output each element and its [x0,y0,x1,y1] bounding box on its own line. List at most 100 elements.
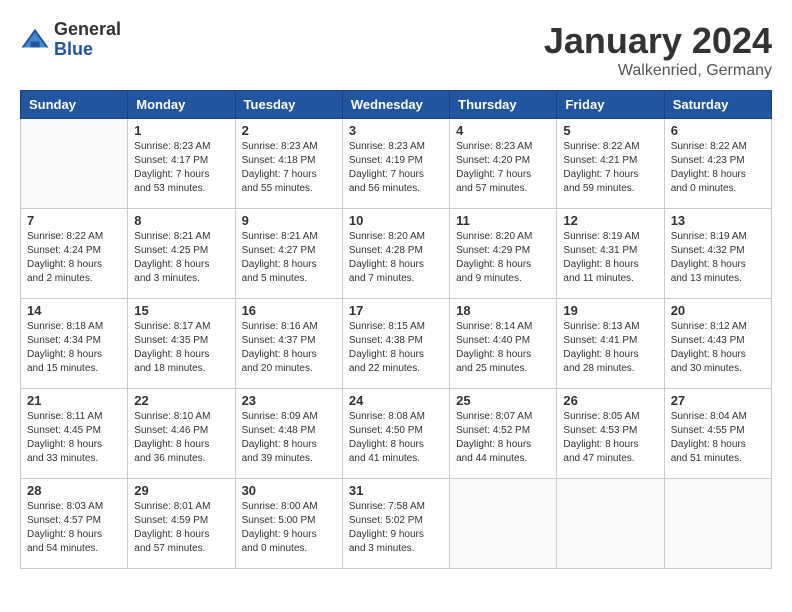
day-info: Sunrise: 8:08 AMSunset: 4:50 PMDaylight:… [349,410,443,466]
day-info: Sunrise: 8:00 AMSunset: 5:00 PMDaylight:… [242,500,336,556]
calendar-cell: 4 Sunrise: 8:23 AMSunset: 4:20 PMDaylight… [450,119,557,209]
day-number: 22 [134,393,228,408]
day-info: Sunrise: 8:23 AMSunset: 4:20 PMDaylight:… [456,140,550,196]
weekday-header: Wednesday [342,91,449,119]
calendar-cell: 12 Sunrise: 8:19 AMSunset: 4:31 PMDayligh… [557,209,664,299]
day-info: Sunrise: 8:11 AMSunset: 4:45 PMDaylight:… [27,410,121,466]
title-block: January 2024 Walkenried, Germany [544,20,772,80]
weekday-header: Friday [557,91,664,119]
day-info: Sunrise: 8:19 AMSunset: 4:31 PMDaylight:… [563,230,657,286]
weekday-header: Thursday [450,91,557,119]
day-number: 1 [134,123,228,138]
day-number: 5 [563,123,657,138]
calendar-cell: 5 Sunrise: 8:22 AMSunset: 4:21 PMDaylight… [557,119,664,209]
day-info: Sunrise: 8:20 AMSunset: 4:29 PMDaylight:… [456,230,550,286]
month-title: January 2024 [544,20,772,62]
calendar-cell: 3 Sunrise: 8:23 AMSunset: 4:19 PMDaylight… [342,119,449,209]
day-number: 24 [349,393,443,408]
logo: General Blue [20,20,121,60]
day-number: 13 [671,213,765,228]
day-info: Sunrise: 8:10 AMSunset: 4:46 PMDaylight:… [134,410,228,466]
day-info: Sunrise: 8:23 AMSunset: 4:18 PMDaylight:… [242,140,336,196]
day-number: 3 [349,123,443,138]
day-number: 29 [134,483,228,498]
day-number: 20 [671,303,765,318]
calendar-cell: 29 Sunrise: 8:01 AMSunset: 4:59 PMDayligh… [128,479,235,569]
calendar-cell: 23 Sunrise: 8:09 AMSunset: 4:48 PMDayligh… [235,389,342,479]
calendar-cell: 28 Sunrise: 8:03 AMSunset: 4:57 PMDayligh… [21,479,128,569]
day-number: 23 [242,393,336,408]
day-info: Sunrise: 8:21 AMSunset: 4:27 PMDaylight:… [242,230,336,286]
calendar-cell: 15Sunrise: 8:17 AMSunset: 4:35 PMDayligh… [128,299,235,389]
logo-icon [20,25,50,55]
day-number: 21 [27,393,121,408]
day-info: Sunrise: 8:22 AMSunset: 4:24 PMDaylight:… [27,230,121,286]
day-number: 9 [242,213,336,228]
day-info: Sunrise: 8:01 AMSunset: 4:59 PMDaylight:… [134,500,228,556]
calendar-cell: 30Sunrise: 8:00 AMSunset: 5:00 PMDayligh… [235,479,342,569]
weekday-header: Saturday [664,91,771,119]
day-info: Sunrise: 8:20 AMSunset: 4:28 PMDaylight:… [349,230,443,286]
location: Walkenried, Germany [544,62,772,80]
day-info: Sunrise: 8:07 AMSunset: 4:52 PMDaylight:… [456,410,550,466]
day-info: Sunrise: 8:16 AMSunset: 4:37 PMDaylight:… [242,320,336,376]
day-info: Sunrise: 8:03 AMSunset: 4:57 PMDaylight:… [27,500,121,556]
calendar-cell: 21 Sunrise: 8:11 AMSunset: 4:45 PMDayligh… [21,389,128,479]
day-number: 27 [671,393,765,408]
calendar-cell: 16 Sunrise: 8:16 AMSunset: 4:37 PMDayligh… [235,299,342,389]
weekday-header: Monday [128,91,235,119]
calendar-cell [21,119,128,209]
day-number: 14 [27,303,121,318]
day-number: 6 [671,123,765,138]
day-number: 28 [27,483,121,498]
calendar-cell: 10Sunrise: 8:20 AMSunset: 4:28 PMDayligh… [342,209,449,299]
day-info: Sunrise: 8:22 AMSunset: 4:21 PMDaylight:… [563,140,657,196]
calendar-cell: 17 Sunrise: 8:15 AMSunset: 4:38 PMDayligh… [342,299,449,389]
calendar-cell: 25Sunrise: 8:07 AMSunset: 4:52 PMDayligh… [450,389,557,479]
calendar-cell: 2Sunrise: 8:23 AMSunset: 4:18 PMDaylight… [235,119,342,209]
calendar-cell: 31Sunrise: 7:58 AMSunset: 5:02 PMDayligh… [342,479,449,569]
day-number: 4 [456,123,550,138]
calendar-cell: 19Sunrise: 8:13 AMSunset: 4:41 PMDayligh… [557,299,664,389]
day-number: 26 [563,393,657,408]
calendar-cell [664,479,771,569]
day-number: 12 [563,213,657,228]
day-number: 11 [456,213,550,228]
day-number: 17 [349,303,443,318]
calendar-cell: 9 Sunrise: 8:21 AMSunset: 4:27 PMDaylight… [235,209,342,299]
calendar-cell: 8 Sunrise: 8:21 AMSunset: 4:25 PMDaylight… [128,209,235,299]
calendar-cell: 20 Sunrise: 8:12 AMSunset: 4:43 PMDayligh… [664,299,771,389]
logo-general: General [54,20,121,40]
day-info: Sunrise: 8:23 AMSunset: 4:19 PMDaylight:… [349,140,443,196]
calendar-cell: 24 Sunrise: 8:08 AMSunset: 4:50 PMDayligh… [342,389,449,479]
day-number: 7 [27,213,121,228]
day-info: Sunrise: 8:18 AMSunset: 4:34 PMDaylight:… [27,320,121,376]
day-info: Sunrise: 8:17 AMSunset: 4:35 PMDaylight:… [134,320,228,376]
calendar-cell: 6 Sunrise: 8:22 AMSunset: 4:23 PMDaylight… [664,119,771,209]
day-info: Sunrise: 8:14 AMSunset: 4:40 PMDaylight:… [456,320,550,376]
weekday-header: Tuesday [235,91,342,119]
page-header: General Blue January 2024 Walkenried, Ge… [20,20,772,80]
calendar-cell [450,479,557,569]
day-info: Sunrise: 8:21 AMSunset: 4:25 PMDaylight:… [134,230,228,286]
calendar-cell: 13 Sunrise: 8:19 AMSunset: 4:32 PMDayligh… [664,209,771,299]
day-number: 18 [456,303,550,318]
weekday-header: Sunday [21,91,128,119]
day-info: Sunrise: 8:09 AMSunset: 4:48 PMDaylight:… [242,410,336,466]
calendar-cell [557,479,664,569]
day-info: Sunrise: 8:15 AMSunset: 4:38 PMDaylight:… [349,320,443,376]
calendar-cell: 27 Sunrise: 8:04 AMSunset: 4:55 PMDayligh… [664,389,771,479]
day-info: Sunrise: 8:04 AMSunset: 4:55 PMDaylight:… [671,410,765,466]
calendar-cell: 1 Sunrise: 8:23 AMSunset: 4:17 PMDaylight… [128,119,235,209]
calendar-cell: 18 Sunrise: 8:14 AMSunset: 4:40 PMDayligh… [450,299,557,389]
day-info: Sunrise: 7:58 AMSunset: 5:02 PMDaylight:… [349,500,443,556]
day-info: Sunrise: 8:19 AMSunset: 4:32 PMDaylight:… [671,230,765,286]
day-info: Sunrise: 8:22 AMSunset: 4:23 PMDaylight:… [671,140,765,196]
day-number: 16 [242,303,336,318]
calendar-cell: 14 Sunrise: 8:18 AMSunset: 4:34 PMDayligh… [21,299,128,389]
day-info: Sunrise: 8:13 AMSunset: 4:41 PMDaylight:… [563,320,657,376]
day-info: Sunrise: 8:23 AMSunset: 4:17 PMDaylight:… [134,140,228,196]
day-info: Sunrise: 8:12 AMSunset: 4:43 PMDaylight:… [671,320,765,376]
day-number: 8 [134,213,228,228]
calendar: SundayMondayTuesdayWednesdayThursdayFrid… [20,90,772,569]
